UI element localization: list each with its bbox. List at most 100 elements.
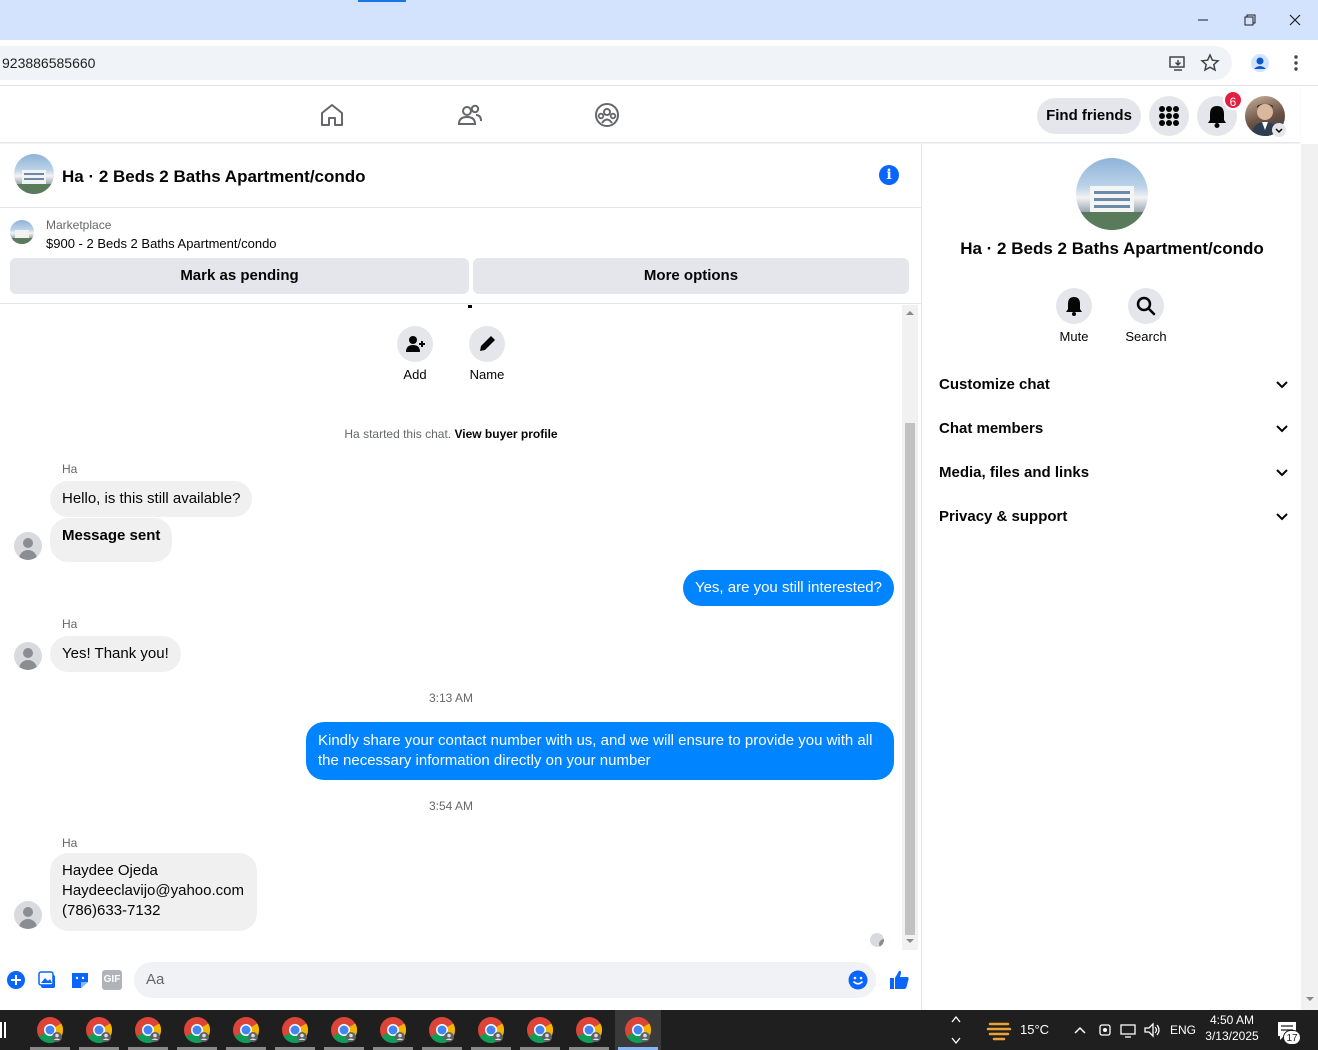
chat-scrollbar[interactable]: [902, 305, 918, 950]
scroll-down-icon[interactable]: [905, 938, 915, 944]
incoming-message-contact[interactable]: Haydee Ojeda Haydeeclavijo@yahoo.com (78…: [50, 853, 257, 931]
home-icon[interactable]: [318, 101, 346, 129]
chrome-icon: [625, 1017, 652, 1044]
taskbar-scroll-icon[interactable]: [950, 1012, 962, 1048]
chrome-taskbar-app[interactable]: [569, 1010, 609, 1050]
url-text[interactable]: 923886585660: [2, 55, 95, 71]
chrome-taskbar-app[interactable]: [520, 1010, 560, 1050]
chrome-taskbar-app[interactable]: [79, 1010, 119, 1050]
emoji-icon[interactable]: [848, 970, 868, 990]
sender-avatar[interactable]: [14, 532, 42, 560]
chrome-taskbar-app[interactable]: [615, 1010, 661, 1050]
mark-as-pending-button[interactable]: Mark as pending: [10, 258, 469, 294]
panel-listing-avatar[interactable]: [1076, 158, 1148, 230]
incoming-message[interactable]: Hello, is this still available?: [50, 481, 253, 517]
scroll-thumb[interactable]: [905, 423, 915, 935]
minimize-icon[interactable]: [1191, 8, 1215, 32]
outgoing-message[interactable]: Yes, are you still interested?: [682, 570, 894, 606]
task-view-icon[interactable]: [0, 1022, 6, 1038]
friends-icon[interactable]: [456, 101, 484, 129]
marketplace-label: Marketplace: [46, 218, 112, 232]
incoming-message[interactable]: Yes! Thank you!: [50, 636, 181, 672]
chevron-down-icon: [1276, 425, 1288, 433]
chrome-icon: [576, 1017, 603, 1044]
chat-members-item[interactable]: Chat members: [939, 420, 1289, 440]
menu-button[interactable]: [1149, 96, 1189, 136]
account-chevron-down-icon[interactable]: [1272, 123, 1286, 137]
add-people-button[interactable]: [397, 326, 433, 362]
photo-icon[interactable]: [38, 970, 58, 990]
listing-avatar[interactable]: [14, 154, 54, 194]
network-icon[interactable]: [1119, 1022, 1137, 1038]
info-icon[interactable]: i: [879, 165, 899, 185]
volume-icon[interactable]: [1143, 1022, 1161, 1038]
weather-icon[interactable]: [986, 1018, 1012, 1042]
action-center-badge: 17: [1283, 1030, 1301, 1045]
plus-icon[interactable]: [6, 970, 26, 990]
chrome-icon: [233, 1017, 260, 1044]
mute-button[interactable]: [1056, 288, 1092, 324]
chrome-taskbar-app[interactable]: [471, 1010, 511, 1050]
pencil-icon: [480, 336, 495, 351]
close-window-icon[interactable]: [1283, 8, 1307, 32]
chrome-taskbar-app[interactable]: [373, 1010, 413, 1050]
chrome-icon: [37, 1017, 64, 1044]
show-hidden-icons-icon[interactable]: [1073, 1023, 1087, 1037]
chrome-taskbar-app[interactable]: [226, 1010, 266, 1050]
scroll-down-icon[interactable]: [1305, 996, 1315, 1002]
bell-icon: [1066, 297, 1082, 316]
message-sent-bubble[interactable]: Message sent: [50, 518, 173, 562]
chrome-icon: [429, 1017, 456, 1044]
bookmark-star-icon[interactable]: [1200, 53, 1220, 73]
sender-avatar[interactable]: [14, 901, 42, 929]
like-icon[interactable]: [888, 968, 910, 990]
contact-name: Haydee Ojeda: [62, 862, 158, 879]
add-label: Add: [403, 367, 427, 382]
page-scrollbar[interactable]: [1301, 144, 1318, 1010]
clock-time: 4:50 AM: [1209, 1013, 1255, 1027]
chrome-taskbar-app[interactable]: [177, 1010, 217, 1050]
customize-chat-item[interactable]: Customize chat: [939, 376, 1289, 396]
temperature[interactable]: 15°C: [1020, 1022, 1049, 1037]
address-bar[interactable]: 923886585660: [0, 46, 1232, 80]
groups-icon[interactable]: [593, 101, 621, 129]
notification-badge: 6: [1223, 90, 1243, 110]
chat-info-panel: Ha · 2 Beds 2 Baths Apartment/condo Mute…: [921, 144, 1301, 1010]
more-options-button[interactable]: More options: [473, 258, 909, 294]
sender-name: Ha: [62, 836, 78, 850]
install-app-icon[interactable]: [1168, 53, 1188, 73]
clock[interactable]: 4:50 AM 3/13/2025: [1200, 1013, 1264, 1043]
message-input[interactable]: Aa: [134, 962, 876, 998]
chrome-taskbar-app[interactable]: [30, 1010, 70, 1050]
search-label: Search: [1125, 329, 1167, 344]
search-button[interactable]: [1128, 288, 1164, 324]
meet-now-icon[interactable]: [1097, 1022, 1113, 1038]
sender-name: Ha: [62, 462, 78, 476]
outgoing-message[interactable]: Kindly share your contact number with us…: [306, 722, 894, 780]
gif-icon[interactable]: GIF: [102, 970, 122, 990]
view-buyer-profile-link[interactable]: View buyer profile: [454, 427, 557, 441]
chrome-taskbar-app[interactable]: [275, 1010, 315, 1050]
media-files-links-item[interactable]: Media, files and links: [939, 464, 1289, 484]
chrome-taskbar-app[interactable]: [324, 1010, 364, 1050]
listing-title[interactable]: $900 - 2 Beds 2 Baths Apartment/condo: [46, 236, 277, 251]
search-icon: [1136, 296, 1156, 316]
cut-off-text: [468, 305, 472, 308]
restore-icon[interactable]: [1237, 8, 1261, 32]
media-files-links-label: Media, files and links: [939, 464, 1090, 481]
message-list[interactable]: Add Name Ha started this chat. View buye…: [0, 305, 902, 950]
find-friends-button[interactable]: Find friends: [1037, 98, 1141, 134]
listing-thumbnail[interactable]: [10, 220, 34, 244]
name-chat-button[interactable]: [469, 326, 505, 362]
profile-icon[interactable]: [1250, 53, 1270, 73]
sticker-icon[interactable]: [70, 970, 90, 990]
browser-menu-icon[interactable]: [1286, 53, 1306, 73]
language-indicator[interactable]: ENG: [1170, 1023, 1196, 1037]
active-tab-indicator[interactable]: [358, 0, 406, 2]
scroll-up-icon[interactable]: [905, 310, 915, 316]
chrome-taskbar-app[interactable]: [128, 1010, 168, 1050]
name-label: Name: [469, 367, 505, 382]
chrome-taskbar-app[interactable]: [422, 1010, 462, 1050]
privacy-support-item[interactable]: Privacy & support: [939, 508, 1289, 528]
sender-avatar[interactable]: [14, 642, 42, 670]
